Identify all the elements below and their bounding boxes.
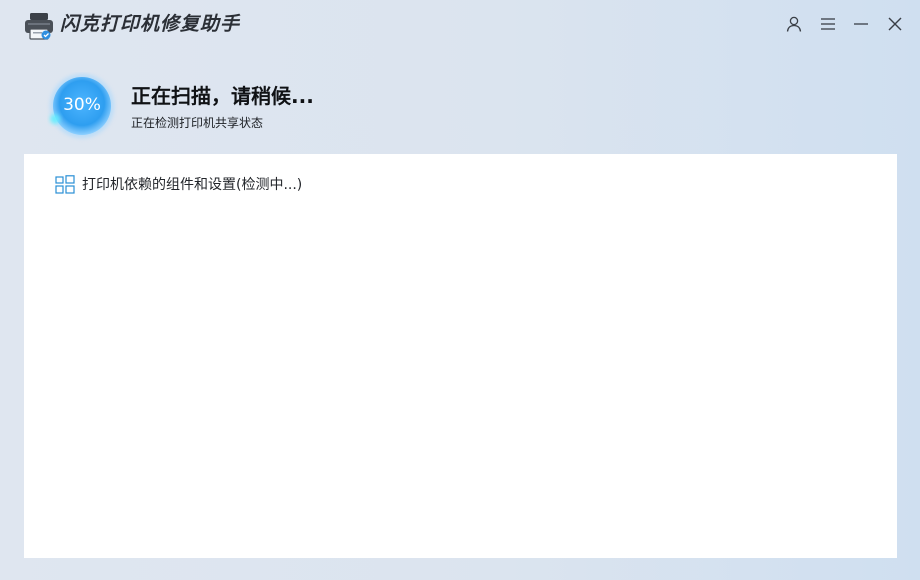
scan-status-subtitle: 正在检测打印机共享状态	[131, 116, 264, 130]
title-bar[interactable]: 闪克打印机修复助手	[0, 0, 920, 50]
user-button[interactable]	[780, 10, 808, 38]
close-button[interactable]	[881, 10, 909, 38]
progress-percent: 30%	[63, 95, 101, 115]
list-item: 打印机依赖的组件和设置(检测中...)	[55, 174, 302, 196]
check-item-label: 打印机依赖的组件和设置(检测中...)	[82, 177, 303, 193]
app-title: 闪克打印机修复助手	[60, 13, 241, 35]
menu-button[interactable]	[814, 10, 842, 38]
minimize-icon	[854, 23, 868, 25]
close-icon	[888, 17, 902, 31]
app-window: 闪克打印机修复助手 30% 正在扫描，请稍候... 正在检测打印机共享状态 打印…	[0, 0, 920, 580]
components-grid-icon	[55, 175, 75, 194]
user-icon	[786, 16, 802, 32]
printer-icon	[25, 13, 53, 40]
scan-status-title: 正在扫描，请稍候...	[131, 84, 314, 108]
minimize-button[interactable]	[847, 10, 875, 38]
menu-icon	[821, 18, 835, 30]
scan-results-panel: 打印机依赖的组件和设置(检测中...)	[24, 154, 897, 558]
